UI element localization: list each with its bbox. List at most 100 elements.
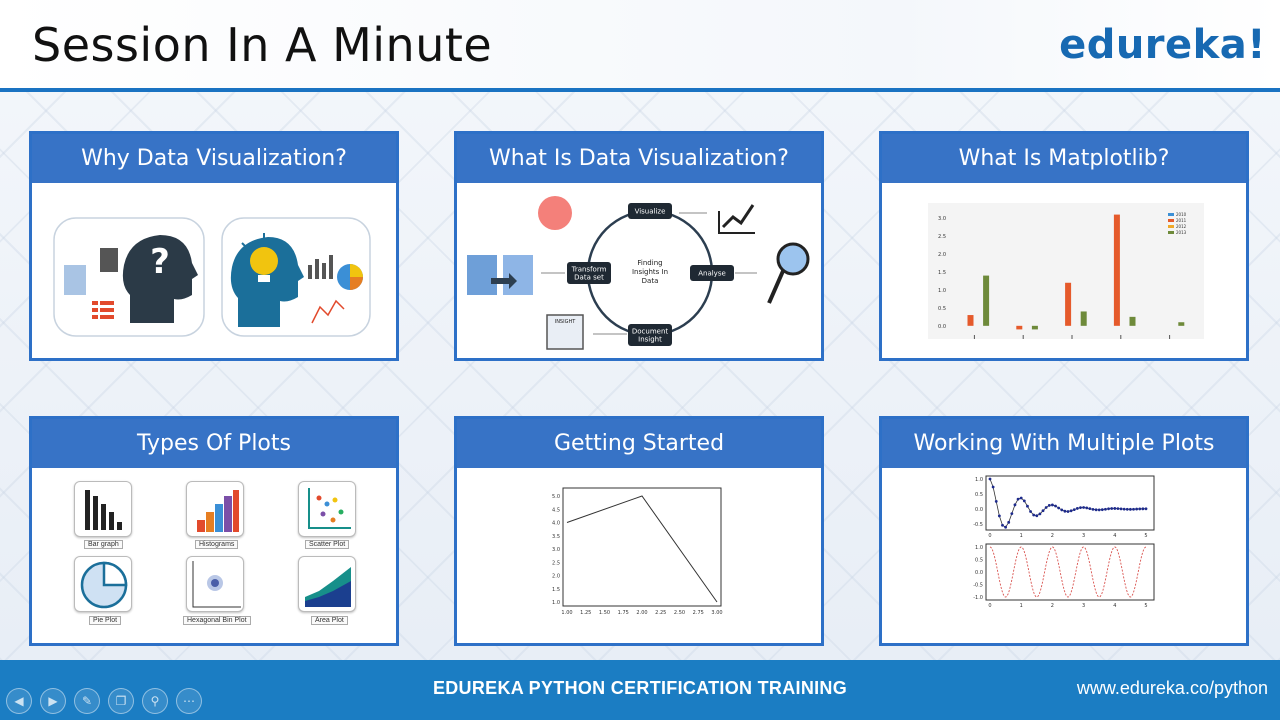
slide-title: Session In A Minute bbox=[32, 18, 493, 72]
y-tick-label: 2.0 bbox=[938, 252, 946, 258]
y-tick-label: 2.0 bbox=[552, 574, 560, 580]
card-title: What Is Matplotlib? bbox=[882, 134, 1246, 183]
x-tick-label: 5 bbox=[1144, 533, 1147, 539]
data-point bbox=[1054, 504, 1057, 508]
scatter-plot-thumb[interactable] bbox=[298, 481, 356, 537]
card-title: Getting Started bbox=[457, 419, 821, 468]
trend-chart-icon bbox=[718, 204, 755, 234]
y-tick-label: 3.5 bbox=[552, 534, 560, 540]
y-tick-label: 0.5 bbox=[975, 558, 983, 564]
data-point bbox=[1075, 507, 1079, 510]
data-point bbox=[1088, 507, 1092, 511]
hexbin-plot-thumb[interactable] bbox=[186, 556, 244, 612]
data-point bbox=[988, 477, 992, 481]
data-point bbox=[1029, 510, 1032, 513]
data-point bbox=[1144, 507, 1148, 511]
bar-graph-icon bbox=[85, 490, 122, 530]
more-icon[interactable]: ⋯ bbox=[176, 688, 202, 714]
matplotlib-bar-chart: 0.0 0.5 1.0 1.5 2.0 2.5 3.0 2010201120122013 bbox=[928, 203, 1204, 339]
x-tick-label: 1.00 bbox=[561, 610, 572, 616]
card-title: Working With Multiple Plots bbox=[882, 419, 1246, 468]
card-working-with-multiple-plots[interactable]: Working With Multiple Plots 1.0 0.5 0.0 -0.… bbox=[879, 416, 1249, 646]
legend-swatch bbox=[1168, 219, 1174, 222]
y-tick-label: 1.5 bbox=[552, 587, 560, 593]
data-point bbox=[1004, 525, 1007, 529]
card-what-is-matplotlib[interactable]: What Is Matplotlib? 0.0 0.5 1.0 1.5 2.0 2.5 3.… bbox=[879, 131, 1249, 361]
record-dot-icon bbox=[538, 196, 572, 230]
y-tick-label: 1.0 bbox=[938, 288, 946, 294]
x-tick-label: 2.00 bbox=[636, 610, 647, 616]
data-point bbox=[1079, 506, 1082, 510]
card-why-data-visualization[interactable]: Why Data Visualization? ? bbox=[29, 131, 399, 361]
data-point bbox=[1051, 503, 1054, 507]
plot-types-grid: Bar graph Histograms Scatter Plot Pie Pl… bbox=[32, 468, 396, 643]
data-point bbox=[1138, 507, 1142, 511]
pie-plot-thumb[interactable] bbox=[74, 556, 132, 612]
y-tick-label: 1.0 bbox=[552, 600, 560, 606]
card-what-is-data-visualization[interactable]: What Is Data Visualization? Finding Insig… bbox=[454, 131, 824, 361]
x-tick-label: 1.75 bbox=[618, 610, 629, 616]
data-point bbox=[1057, 506, 1061, 510]
list-icon bbox=[92, 301, 114, 319]
prev-icon[interactable]: ◀ bbox=[6, 688, 32, 714]
plot-label-scatter-plot: Scatter Plot bbox=[305, 540, 350, 549]
cycle-node-label: Analyse bbox=[698, 270, 726, 278]
y-tick-label: 1.5 bbox=[938, 270, 946, 276]
data-point bbox=[1119, 507, 1123, 511]
bar bbox=[1129, 316, 1136, 326]
x-tick-label: 0 bbox=[988, 533, 991, 539]
bar-graph-thumb[interactable] bbox=[74, 481, 132, 537]
bar bbox=[1080, 311, 1087, 326]
y-tick-label: -0.5 bbox=[973, 522, 983, 528]
question-mark-icon: ? bbox=[150, 242, 170, 282]
y-tick-label: -0.5 bbox=[973, 583, 983, 589]
x-tick-label: 3.00 bbox=[711, 610, 722, 616]
y-tick-label: 5.0 bbox=[552, 494, 560, 500]
data-point bbox=[1135, 507, 1139, 511]
x-tick-label: 1 bbox=[1020, 603, 1023, 609]
histograms-thumb[interactable] bbox=[186, 481, 244, 537]
copy-icon[interactable]: ❐ bbox=[108, 688, 134, 714]
pen-icon[interactable]: ✎ bbox=[74, 688, 100, 714]
data-point bbox=[1007, 520, 1011, 524]
area-plot-thumb[interactable] bbox=[298, 556, 356, 612]
card-getting-started[interactable]: Getting Started 1.0 1.5 2.0 2.5 3.0 3.5 4.0 4.5… bbox=[454, 416, 824, 646]
data-point bbox=[1107, 507, 1110, 511]
bar bbox=[1016, 325, 1023, 330]
data-point bbox=[1026, 504, 1029, 508]
data-point bbox=[1085, 506, 1089, 510]
header-divider bbox=[0, 88, 1280, 92]
next-icon[interactable]: ▶ bbox=[40, 688, 66, 714]
y-tick-label: -1.0 bbox=[973, 595, 983, 601]
data-point bbox=[1066, 510, 1070, 513]
data-point bbox=[1091, 507, 1095, 511]
data-point bbox=[1047, 503, 1051, 507]
x-tick-label: 0 bbox=[988, 603, 991, 609]
data-point bbox=[1010, 512, 1014, 516]
bar bbox=[1113, 214, 1120, 326]
plot-label-pie-plot: Pie Plot bbox=[89, 616, 122, 625]
bar bbox=[1178, 322, 1185, 326]
data-point bbox=[1104, 507, 1107, 511]
card-types-of-plots[interactable]: Types Of Plots Bar graph Histograms Scat… bbox=[29, 416, 399, 646]
data-point bbox=[1041, 509, 1045, 513]
data-point bbox=[1082, 506, 1085, 509]
data-point bbox=[1116, 507, 1120, 510]
data-point bbox=[1072, 508, 1076, 512]
data-point bbox=[1019, 496, 1023, 500]
insight-tag: INSIGHT bbox=[555, 319, 576, 325]
card-illustration: 0.0 0.5 1.0 1.5 2.0 2.5 3.0 2010 2011 2012 2013 bbox=[882, 183, 1246, 358]
y-tick-label: 3.0 bbox=[552, 547, 560, 553]
slide-header: Session In A Minute edureka! bbox=[0, 0, 1280, 88]
y-tick-label: 4.5 bbox=[552, 507, 560, 513]
data-point bbox=[1035, 514, 1039, 518]
bar bbox=[1065, 282, 1072, 326]
footer-url[interactable]: www.edureka.co/python bbox=[1077, 678, 1268, 699]
multiple-subplots-chart: 1.0 0.5 0.0 -0.5 0 1 2 3 4 5 1.0 0.5 0.0 -0.5 -1.0 0 1 2 3… bbox=[973, 475, 1155, 609]
data-point bbox=[1113, 507, 1117, 510]
x-tick-label: 1.50 bbox=[599, 610, 610, 616]
data-point bbox=[1032, 513, 1036, 517]
insight-cycle-diagram: Finding Insights In Data VisualizeAnalyseD… bbox=[467, 196, 810, 350]
zoom-icon[interactable]: ⚲ bbox=[142, 688, 168, 714]
x-tick-label: 4 bbox=[1113, 603, 1116, 609]
